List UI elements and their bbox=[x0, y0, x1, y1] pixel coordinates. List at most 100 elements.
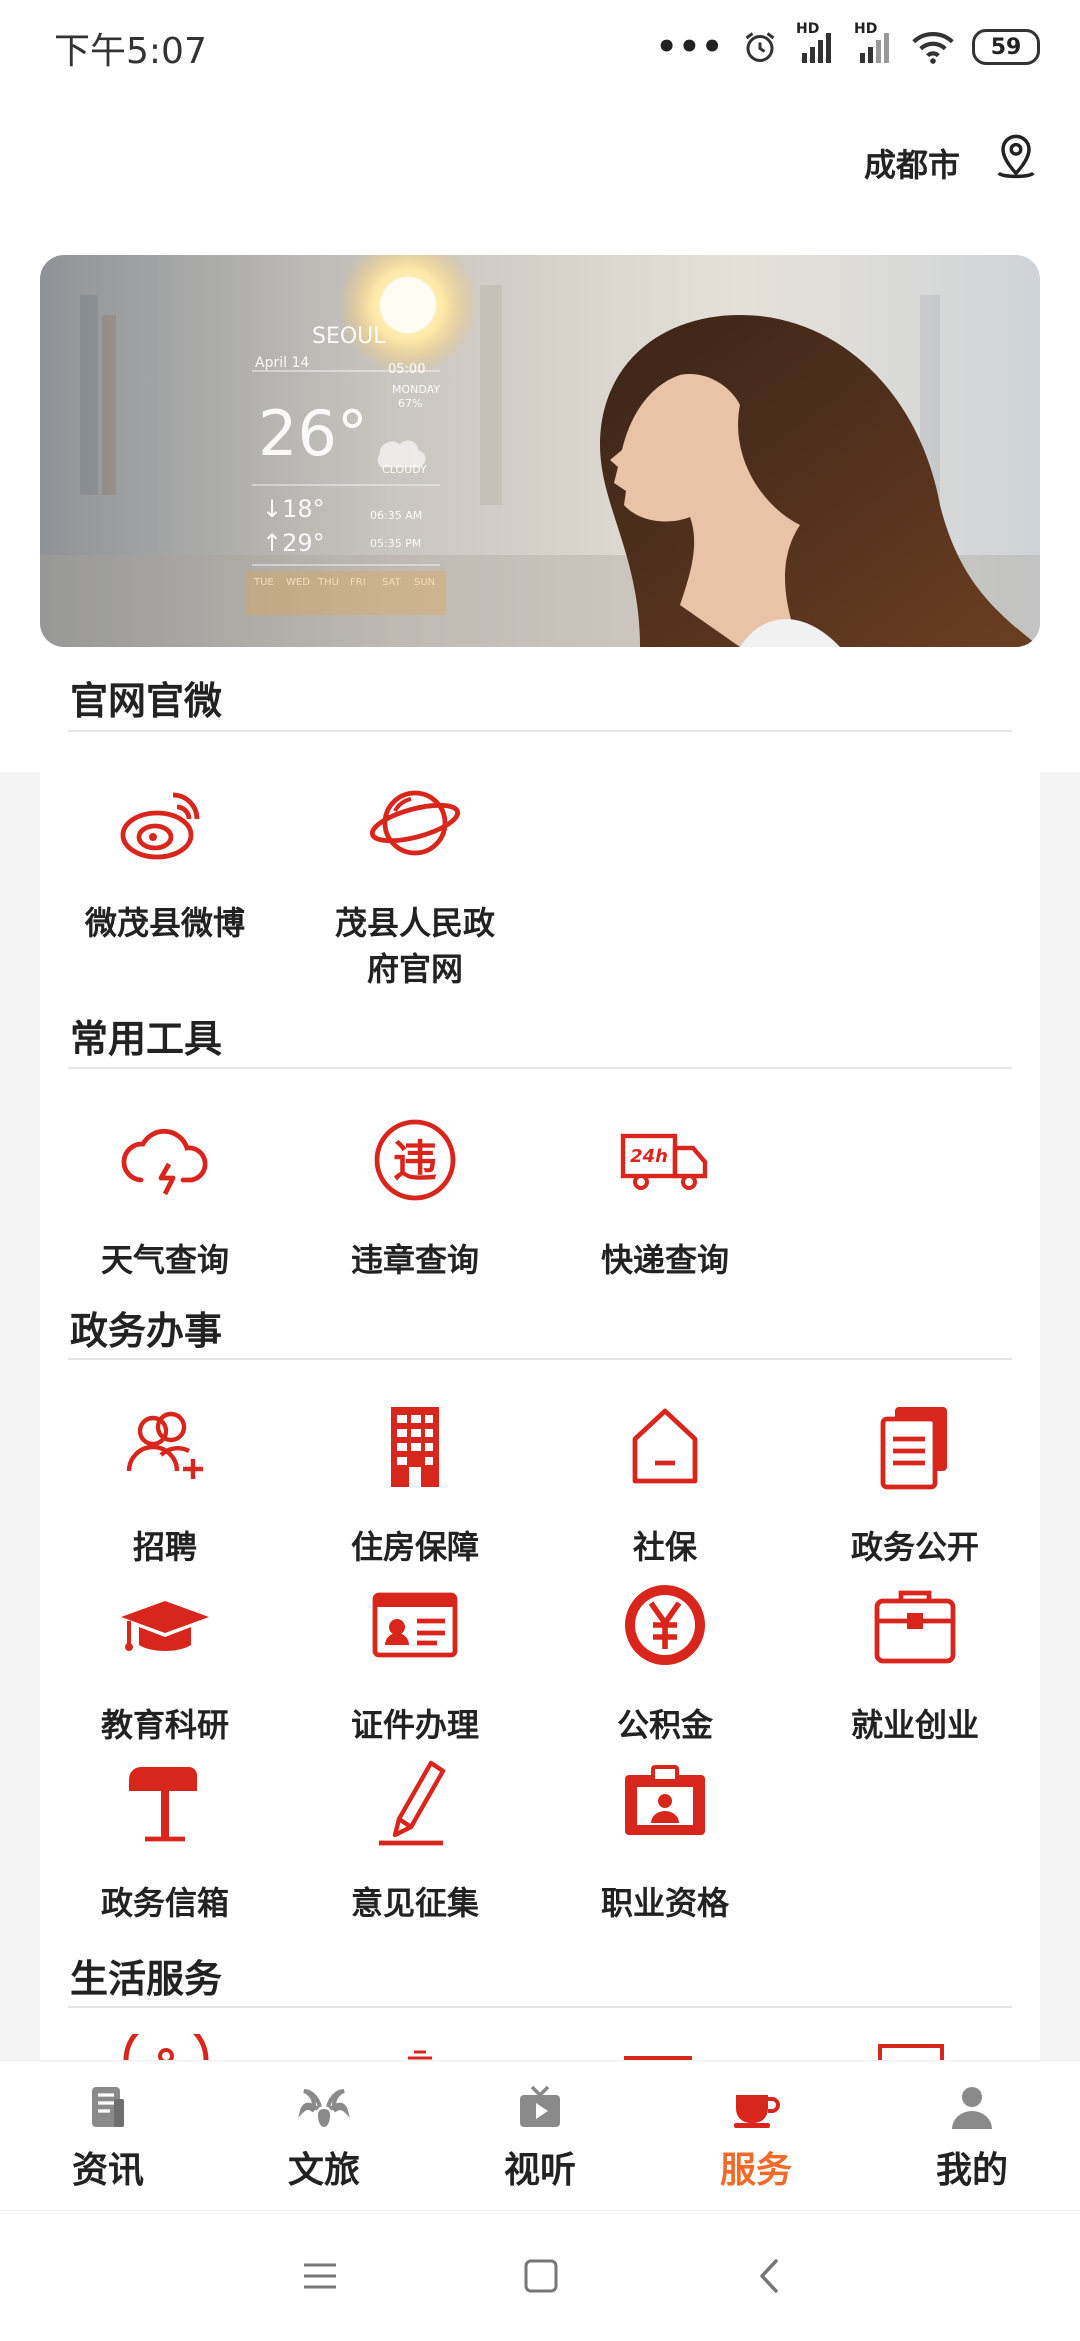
goat-icon bbox=[298, 2089, 350, 2127]
svg-text:↑29°: ↑29° bbox=[262, 529, 325, 557]
banner-weather-date: April 14 bbox=[255, 355, 309, 371]
service-label: 微茂县微博 bbox=[84, 904, 245, 942]
services-card: 官网官微 微茂县微博 茂县人民政府官网 常用工具 天气查询 违 违章查询 24h… bbox=[40, 650, 1040, 2060]
promo-banner[interactable]: SEOUL April 14 05:00 MONDAY 67% 26° CLOU… bbox=[40, 255, 1040, 647]
banner-weather-sunrise: 06:35 AM bbox=[370, 509, 422, 522]
service-label: 社保 bbox=[632, 1528, 697, 1566]
city-selector[interactable]: 成都市 bbox=[864, 140, 960, 186]
banner-weather-city: SEOUL bbox=[312, 324, 386, 349]
service-label: 政务信箱 bbox=[100, 1884, 229, 1922]
banner-image: SEOUL April 14 05:00 MONDAY 67% 26° CLOU… bbox=[40, 255, 1040, 647]
service-label: 教育科研 bbox=[100, 1706, 229, 1744]
yen-icon bbox=[610, 1570, 720, 1680]
signal-icon bbox=[860, 33, 889, 63]
divider bbox=[68, 2006, 1012, 2008]
nav-label: 服务 bbox=[719, 2149, 792, 2191]
nav-item-media[interactable]: 视听 bbox=[432, 2061, 648, 2211]
more-dots-icon: ••• bbox=[655, 27, 724, 67]
service-label: 证件办理 bbox=[350, 1706, 479, 1744]
nav-label: 资讯 bbox=[71, 2149, 144, 2191]
signal-2: HD bbox=[854, 21, 894, 65]
service-item-social-security[interactable]: 社保 bbox=[540, 1392, 790, 1570]
service-item-opinion[interactable]: 意见征集 bbox=[290, 1748, 540, 1926]
service-label: 就业创业 bbox=[850, 1706, 979, 1744]
location-pin-icon[interactable] bbox=[990, 132, 1042, 184]
nav-label: 我的 bbox=[935, 2149, 1008, 2191]
divider bbox=[68, 730, 1012, 732]
alarm-icon bbox=[745, 32, 775, 62]
back-chevron-icon[interactable] bbox=[756, 2257, 782, 2295]
service-item-gov-open[interactable]: 政务公开 bbox=[790, 1392, 1040, 1570]
service-label: 职业资格 bbox=[600, 1884, 729, 1922]
svg-text:24h: 24h bbox=[630, 1146, 668, 1167]
signal-icon bbox=[802, 33, 831, 63]
menu-icon[interactable] bbox=[302, 2261, 338, 2291]
add-user-icon bbox=[110, 1392, 220, 1502]
delivery-truck-icon: 24h bbox=[610, 1105, 720, 1215]
cloud-icon bbox=[110, 1105, 220, 1215]
status-bar: 下午5:07 ••• HD HD 59 bbox=[0, 0, 1080, 92]
life-service-icon-partial bbox=[878, 2044, 944, 2060]
service-item-education[interactable]: 教育科研 bbox=[40, 1570, 290, 1748]
service-label: 住房保障 bbox=[350, 1528, 479, 1566]
nav-label: 视听 bbox=[503, 2149, 576, 2191]
tv-icon bbox=[520, 2085, 560, 2127]
section-title-tools: 常用工具 bbox=[70, 1016, 223, 1061]
nav-item-profile[interactable]: 我的 bbox=[864, 2061, 1080, 2211]
house-icon bbox=[610, 1392, 720, 1502]
banner-weather-day: MONDAY bbox=[392, 383, 440, 396]
service-label: 快递查询 bbox=[600, 1241, 729, 1279]
nav-item-news[interactable]: 资讯 bbox=[0, 2061, 216, 2211]
service-item-id-card[interactable]: 证件办理 bbox=[290, 1570, 540, 1748]
signal-1: HD bbox=[796, 21, 836, 65]
banner-weather-time: 05:00 bbox=[388, 362, 425, 377]
battery-indicator: 59 bbox=[972, 29, 1040, 65]
building-icon bbox=[360, 1392, 470, 1502]
svg-text:违: 违 bbox=[393, 1136, 437, 1187]
service-item-housing[interactable]: 住房保障 bbox=[290, 1392, 540, 1570]
section-title-official: 官网官微 bbox=[70, 678, 223, 723]
mailbox-icon bbox=[110, 1748, 220, 1858]
service-item-qualification[interactable]: 职业资格 bbox=[540, 1748, 790, 1926]
life-service-icon-partial bbox=[123, 2034, 209, 2060]
graduation-cap-icon bbox=[110, 1570, 220, 1680]
pen-icon bbox=[360, 1748, 470, 1858]
id-card-icon bbox=[360, 1570, 470, 1680]
banner-weather-high: 29° bbox=[282, 529, 325, 557]
nav-item-culture-tourism[interactable]: 文旅 bbox=[216, 2061, 432, 2211]
weibo-icon bbox=[110, 768, 220, 878]
life-service-icon-partial bbox=[408, 2050, 432, 2060]
status-icons: ••• HD HD 59 bbox=[655, 21, 1040, 72]
service-label: 天气查询 bbox=[100, 1241, 229, 1279]
service-label: 公积金 bbox=[616, 1706, 713, 1744]
service-item-gov-website[interactable]: 茂县人民政府官网 bbox=[290, 768, 540, 992]
service-label: 茂县人民政府官网 bbox=[334, 904, 495, 988]
service-item-delivery[interactable]: 24h 快递查询 bbox=[540, 1105, 790, 1283]
bottom-nav: 资讯 文旅 视听 服务 我的 bbox=[0, 2060, 1080, 2211]
life-service-icon-partial bbox=[624, 2056, 692, 2060]
nav-label: 文旅 bbox=[287, 2149, 360, 2191]
banner-weather-humidity: 67% bbox=[398, 397, 422, 410]
user-icon bbox=[952, 2087, 992, 2129]
briefcase-icon bbox=[860, 1570, 970, 1680]
service-item-weather[interactable]: 天气查询 bbox=[40, 1105, 290, 1283]
service-item-violation[interactable]: 违 违章查询 bbox=[290, 1105, 540, 1283]
service-item-provident-fund[interactable]: 公积金 bbox=[540, 1570, 790, 1748]
nav-item-services[interactable]: 服务 bbox=[648, 2061, 864, 2211]
service-item-weibo[interactable]: 微茂县微博 bbox=[40, 768, 290, 946]
banner-weather-temp: 26° bbox=[258, 397, 368, 470]
wifi-icon bbox=[912, 31, 954, 64]
system-nav-bar bbox=[0, 2210, 1080, 2341]
home-square-icon[interactable] bbox=[524, 2259, 558, 2293]
service-label: 招聘 bbox=[132, 1528, 197, 1566]
service-item-recruit[interactable]: 招聘 bbox=[40, 1392, 290, 1570]
divider bbox=[68, 1067, 1012, 1069]
service-label: 政务公开 bbox=[850, 1528, 979, 1566]
divider bbox=[68, 1358, 1012, 1360]
status-time: 下午5:07 bbox=[54, 31, 207, 72]
section-title-life-services: 生活服务 bbox=[70, 1956, 223, 2001]
news-icon bbox=[92, 2087, 124, 2127]
service-item-mailbox[interactable]: 政务信箱 bbox=[40, 1748, 290, 1926]
section-title-government: 政务办事 bbox=[70, 1308, 223, 1353]
service-item-employment[interactable]: 就业创业 bbox=[790, 1570, 1040, 1748]
